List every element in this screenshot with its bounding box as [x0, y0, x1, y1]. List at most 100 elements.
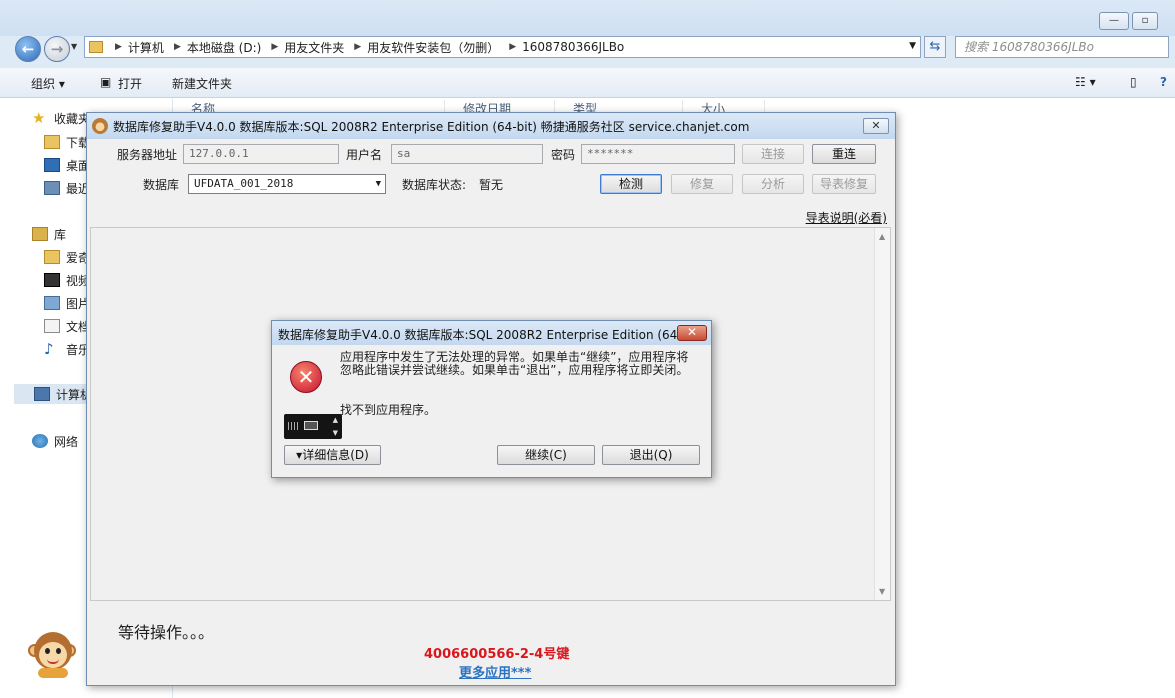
keyboard-icon — [304, 421, 318, 430]
chevron-right-icon[interactable]: ▶ — [174, 42, 181, 52]
log-scrollbar[interactable]: ▲ ▼ — [874, 228, 890, 600]
nav-iqiyi[interactable]: 爱奇 — [44, 247, 90, 267]
error-x-icon: ✕ — [290, 361, 322, 393]
new-folder-button[interactable]: 新建文件夹 — [172, 75, 232, 92]
view-options-icon[interactable]: ☷ ▾ — [1075, 75, 1096, 89]
chevron-down-icon[interactable]: ▼ — [333, 429, 338, 437]
more-apps-link[interactable]: 更多应用*** — [459, 662, 531, 681]
database-select[interactable]: UFDATA_001_2018 ▼ — [188, 174, 386, 194]
back-arrow-icon[interactable]: ← — [15, 36, 41, 62]
forward-arrow-icon[interactable]: → — [44, 36, 70, 62]
error-dialog-titlebar: 数据库修复助手V4.0.0 数据库版本:SQL 2008R2 Enterpris… — [272, 321, 711, 345]
music-note-icon: ♪ — [44, 340, 54, 358]
nav-downloads[interactable]: 下载 — [44, 132, 90, 152]
minimize-button[interactable]: — — [1099, 12, 1129, 30]
address-dropdown-icon[interactable]: ▼ — [909, 41, 916, 51]
scroll-up-icon[interactable]: ▲ — [879, 232, 885, 241]
nav-network[interactable]: 网络 — [32, 431, 78, 451]
error-detail-message: 找不到应用程序。 — [340, 403, 437, 417]
preview-pane-icon[interactable]: ▯ — [1130, 75, 1137, 89]
chevron-right-icon[interactable]: ▶ — [115, 42, 122, 52]
support-phone: 4006600566-2-4号键 — [424, 647, 570, 662]
refresh-icon[interactable]: ⇆ — [924, 36, 946, 58]
downloads-folder-icon — [44, 135, 60, 149]
nav-documents[interactable]: 文档 — [44, 316, 90, 336]
quit-button[interactable]: 退出(Q) — [602, 445, 700, 465]
recent-places-icon — [44, 181, 60, 195]
close-icon[interactable]: ✕ — [677, 325, 707, 341]
computer-icon — [34, 387, 50, 401]
nav-label: 网络 — [54, 434, 79, 449]
db-status-label: 数据库状态: — [402, 178, 467, 192]
folder-icon — [89, 41, 103, 53]
help-icon[interactable]: ? — [1160, 75, 1167, 89]
server-address-input[interactable]: 127.0.0.1 — [183, 144, 339, 164]
nav-label: 收藏夹 — [54, 111, 91, 126]
search-input[interactable]: 搜索 1608780366JLBo — [955, 36, 1169, 58]
grip-icon — [288, 422, 298, 430]
nav-libraries[interactable]: 库 — [32, 224, 66, 244]
repair-titlebar: 数据库修复助手V4.0.0 数据库版本:SQL 2008R2 Enterpris… — [87, 113, 895, 139]
breadcrumb-drive[interactable]: 本地磁盘 (D:) — [187, 39, 261, 56]
video-icon — [44, 273, 60, 287]
details-button[interactable]: ▾详细信息(D) — [284, 445, 381, 465]
breadcrumb-yonyou[interactable]: 用友文件夹 — [284, 39, 344, 56]
table-repair-button[interactable]: 导表修复 — [812, 174, 876, 194]
explorer-navbar: ← → ▼ ▶ 计算机 ▶ 本地磁盘 (D:) ▶ 用友文件夹 ▶ 用友软件安装… — [0, 34, 1175, 68]
analyze-button[interactable]: 分析 — [742, 174, 804, 194]
chevron-right-icon[interactable]: ▶ — [354, 42, 361, 52]
folder-icon — [44, 250, 60, 264]
repair-button[interactable]: 修复 — [671, 174, 733, 194]
open-button[interactable]: 打开 — [118, 75, 142, 92]
table-repair-help-link[interactable]: 导表说明(必看) — [806, 209, 887, 226]
breadcrumb-computer[interactable]: 计算机 — [128, 39, 164, 56]
explorer-titlebar: — ▫ — [0, 0, 1175, 36]
chevron-right-icon[interactable]: ▶ — [271, 42, 278, 52]
breadcrumb-current[interactable]: 1608780366JLBo — [522, 40, 624, 54]
monkey-app-icon — [92, 118, 108, 134]
chevron-up-icon[interactable]: ▲ — [333, 416, 338, 424]
password-label: 密码 — [551, 148, 576, 162]
nav-videos[interactable]: 视频 — [44, 270, 90, 290]
scroll-down-icon[interactable]: ▼ — [879, 587, 885, 596]
monkey-mascot-icon — [28, 630, 78, 678]
picture-icon — [44, 296, 60, 310]
error-dialog: 数据库修复助手V4.0.0 数据库版本:SQL 2008R2 Enterpris… — [271, 320, 712, 478]
organize-button[interactable]: 组织 ▾ — [31, 75, 65, 92]
reconnect-button[interactable]: 重连 — [812, 144, 876, 164]
nav-favorites[interactable]: ★ 收藏夹 — [32, 108, 90, 128]
database-select-value: UFDATA_001_2018 — [194, 177, 294, 190]
username-label: 用户名 — [346, 148, 383, 162]
address-bar[interactable]: ▶ 计算机 ▶ 本地磁盘 (D:) ▶ 用友文件夹 ▶ 用友软件安装包（勿删） … — [84, 36, 921, 58]
chevron-right-icon[interactable]: ▶ — [509, 42, 516, 52]
maximize-button[interactable]: ▫ — [1132, 12, 1158, 30]
nav-music[interactable]: ♪ 音乐 — [44, 339, 90, 359]
repair-window-title: 数据库修复助手V4.0.0 数据库版本:SQL 2008R2 Enterpris… — [113, 119, 750, 134]
open-icon: ▣ — [100, 75, 112, 89]
username-input[interactable]: sa — [391, 144, 543, 164]
nav-label: 库 — [54, 227, 67, 242]
status-text: 等待操作。。。 — [118, 623, 215, 642]
password-input[interactable]: ******* — [581, 144, 735, 164]
chevron-down-icon: ▼ — [375, 179, 381, 189]
database-label: 数据库 — [143, 178, 180, 192]
close-icon[interactable]: ✕ — [863, 118, 889, 134]
desktop-icon — [44, 158, 60, 172]
input-method-keyboard-icon[interactable]: ▲ ▼ — [284, 414, 342, 439]
nav-pictures[interactable]: 图片 — [44, 293, 90, 313]
continue-button[interactable]: 继续(C) — [497, 445, 595, 465]
error-message: 应用程序中发生了无法处理的异常。如果单击“继续”，应用程序将忽略此错误并尝试继续… — [340, 350, 689, 377]
document-icon — [44, 319, 60, 333]
check-button[interactable]: 检测 — [600, 174, 662, 194]
nav-recent[interactable]: 最近 — [44, 178, 90, 198]
library-icon — [32, 227, 48, 241]
history-dropdown-icon[interactable]: ▼ — [71, 42, 77, 51]
nav-desktop[interactable]: 桌面 — [44, 155, 90, 175]
network-globe-icon — [32, 434, 48, 448]
error-dialog-title: 数据库修复助手V4.0.0 数据库版本:SQL 2008R2 Enterpris… — [278, 328, 689, 342]
connect-button[interactable]: 连接 — [742, 144, 804, 164]
server-label: 服务器地址 — [117, 148, 178, 162]
breadcrumb-installers[interactable]: 用友软件安装包（勿删） — [367, 39, 499, 56]
db-status-value: 暂无 — [479, 178, 504, 192]
star-icon: ★ — [32, 109, 46, 127]
